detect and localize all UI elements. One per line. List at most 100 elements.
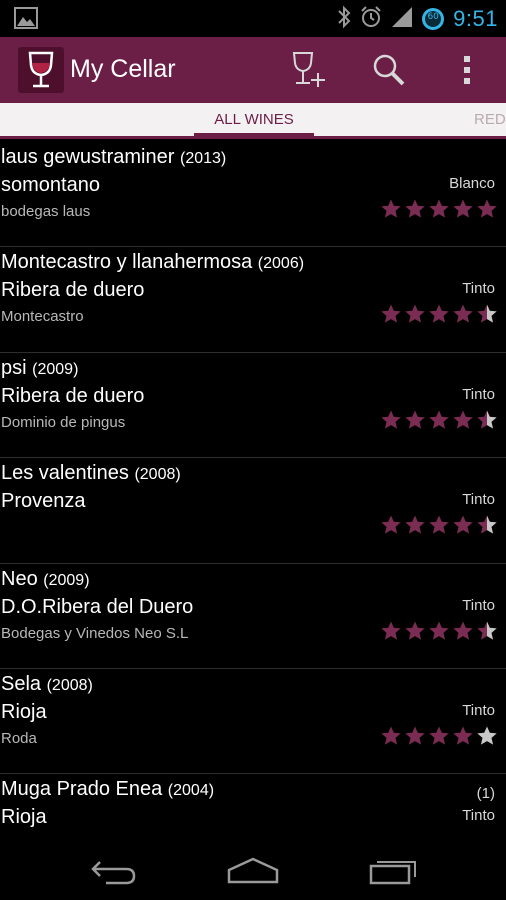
- battery-icon: 60: [421, 7, 445, 31]
- wine-list-item[interactable]: Montecastro y llanahermosa (2006) Ribera …: [0, 247, 506, 353]
- star-icon: [381, 621, 401, 640]
- star-icon: [477, 199, 497, 218]
- wine-name: laus gewustraminer: [1, 146, 175, 168]
- wine-type: Tinto: [462, 807, 495, 825]
- wine-year: (2008): [46, 676, 93, 694]
- tab-all-wines[interactable]: ALL WINES: [194, 103, 314, 136]
- star-icon: [405, 410, 425, 429]
- wine-glass-logo-icon[interactable]: [18, 47, 64, 93]
- star-icon: [429, 515, 449, 534]
- star-icon: [429, 304, 449, 323]
- wine-list-item[interactable]: Les valentines (2008) Provenza Tinto: [0, 458, 506, 564]
- alarm-icon: [359, 5, 383, 33]
- recent-apps-icon[interactable]: [363, 850, 423, 892]
- add-wine-icon[interactable]: [285, 47, 331, 93]
- star-icon: [381, 726, 401, 745]
- star-icon: [381, 515, 401, 534]
- wine-list-item[interactable]: Neo (2009) D.O.Ribera del Duero Bodegas y …: [0, 564, 506, 669]
- overflow-menu-icon[interactable]: [444, 47, 490, 93]
- wine-rating: [380, 620, 498, 642]
- wine-rating: [380, 725, 498, 747]
- wine-list-item[interactable]: laus gewustraminer (2013) somontano bodega…: [0, 142, 506, 248]
- wine-region: Rioja: [1, 700, 47, 723]
- star-icon: [381, 304, 401, 323]
- battery-level: 60: [427, 12, 439, 22]
- star-icon: [405, 304, 425, 323]
- wine-type: Blanco: [449, 175, 495, 192]
- wine-name: Muga Prado Enea: [1, 778, 163, 801]
- status-time: 9:51: [453, 6, 498, 31]
- star-icon: [405, 515, 425, 534]
- wine-year: (2009): [43, 571, 90, 589]
- wine-name: Les valentines: [1, 462, 129, 485]
- wine-list-item[interactable]: Muga Prado Enea (2004) Rioja (1) Tinto: [0, 774, 506, 842]
- wine-winery: Roda: [1, 729, 37, 747]
- wine-type: Tinto: [462, 280, 495, 298]
- wine-winery: bodegas laus: [1, 203, 91, 220]
- star-icon: [453, 515, 473, 534]
- action-bar: My Cellar: [0, 37, 506, 103]
- back-icon[interactable]: [83, 850, 143, 892]
- star-icon: [453, 199, 473, 218]
- wine-title-line: psi (2009): [1, 357, 78, 380]
- star-icon: [405, 621, 425, 640]
- star-icon: [405, 199, 425, 218]
- wine-year: (2008): [134, 466, 181, 484]
- wine-region: Rioja: [1, 806, 47, 829]
- star-icon: [453, 726, 473, 745]
- bluetooth-icon: [337, 5, 351, 33]
- star-icon: [477, 410, 497, 429]
- tab-red[interactable]: RED: [474, 103, 506, 136]
- wine-name: Montecastro y llanahermosa: [1, 251, 253, 274]
- wine-rating: [380, 198, 498, 220]
- wine-type: Tinto: [462, 491, 495, 509]
- wine-rating: [380, 514, 498, 536]
- wine-rating: [380, 303, 498, 325]
- wine-year: (2006): [257, 255, 305, 273]
- wine-title-line: Montecastro y llanahermosa (2006): [1, 251, 304, 274]
- signal-icon: [391, 6, 413, 32]
- wine-name: Neo: [1, 567, 38, 590]
- wine-year: (2013): [179, 150, 227, 167]
- wine-region: somontano: [1, 174, 100, 196]
- star-icon: [381, 410, 401, 429]
- wine-year: (2004): [167, 782, 215, 800]
- app-title: My Cellar: [70, 55, 176, 83]
- star-icon: [429, 621, 449, 640]
- wine-list-item[interactable]: psi (2009) Ribera de duero Dominio de ping…: [0, 353, 506, 459]
- search-icon[interactable]: [366, 47, 412, 93]
- wine-bottle-count: (1): [476, 785, 495, 803]
- wine-region: Ribera de duero: [1, 279, 145, 302]
- wine-region: Ribera de duero: [1, 384, 145, 407]
- wine-title-line: laus gewustraminer (2013): [1, 146, 226, 169]
- wine-type: Tinto: [462, 596, 495, 614]
- wine-title-line: Les valentines (2008): [1, 462, 181, 485]
- star-icon: [429, 726, 449, 745]
- wine-region: D.O.Ribera del Duero: [1, 595, 194, 618]
- star-icon: [477, 515, 497, 534]
- wine-winery: Dominio de pingus: [1, 413, 126, 431]
- wine-region: Provenza: [1, 490, 86, 513]
- wine-rating: [380, 409, 498, 431]
- wine-year: (2009): [32, 360, 79, 378]
- wine-winery: Montecastro: [1, 308, 84, 326]
- star-icon: [453, 304, 473, 323]
- navigation-bar: [0, 842, 506, 900]
- wine-title-line: Sela (2008): [1, 673, 93, 696]
- status-bar: 60 9:51: [0, 0, 506, 37]
- star-icon: [477, 621, 497, 640]
- star-icon: [381, 199, 401, 218]
- star-icon: [477, 726, 497, 745]
- star-icon: [453, 410, 473, 429]
- wine-title-line: Neo (2009): [1, 568, 90, 591]
- star-icon: [405, 726, 425, 745]
- wine-winery: Bodegas y Vinedos Neo S.L: [1, 624, 189, 642]
- star-icon: [429, 199, 449, 218]
- wine-list[interactable]: laus gewustraminer (2013) somontano bodega…: [0, 142, 506, 842]
- wine-list-item[interactable]: Sela (2008) Rioja Roda Tinto: [0, 669, 506, 775]
- wine-type: Tinto: [462, 385, 495, 403]
- home-icon[interactable]: [223, 850, 283, 892]
- star-icon: [453, 621, 473, 640]
- star-icon: [429, 410, 449, 429]
- wine-type: Tinto: [462, 701, 495, 719]
